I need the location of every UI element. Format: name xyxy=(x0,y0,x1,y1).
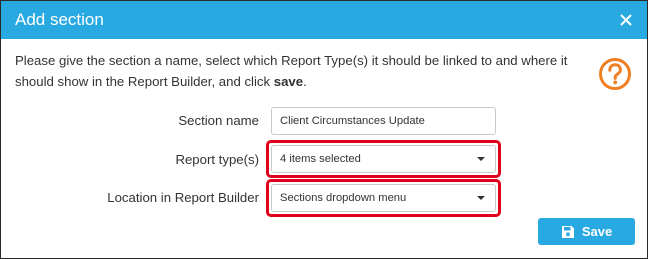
report-types-select[interactable]: 4 items selected xyxy=(271,145,496,173)
location-selected-value: Sections dropdown menu xyxy=(280,192,407,204)
instructions-save-word: save xyxy=(273,73,304,89)
location-select[interactable]: Sections dropdown menu xyxy=(271,184,496,212)
floppy-disk-icon xyxy=(561,225,574,238)
question-circle-icon xyxy=(599,58,631,90)
help-button[interactable] xyxy=(598,57,632,91)
close-icon xyxy=(620,14,632,26)
dialog-header: Add section xyxy=(1,1,647,39)
dialog-title: Add section xyxy=(15,10,104,29)
save-button[interactable]: Save xyxy=(538,218,635,245)
close-button[interactable] xyxy=(617,11,635,29)
section-name-label: Section name xyxy=(178,113,259,128)
instructions-end: . xyxy=(303,73,307,89)
report-types-selected-value: 4 items selected xyxy=(280,153,361,165)
section-name-input[interactable]: Client Circumstances Update xyxy=(271,107,496,135)
save-button-label: Save xyxy=(581,224,613,239)
location-label: Location in Report Builder xyxy=(107,190,259,205)
report-types-label: Report type(s) xyxy=(175,152,259,167)
add-section-dialog: Add section Please give the section a na… xyxy=(0,0,648,259)
instructions-text: Please give the section a name, select w… xyxy=(15,51,590,92)
chevron-down-icon xyxy=(477,157,485,161)
chevron-down-icon xyxy=(477,196,485,200)
